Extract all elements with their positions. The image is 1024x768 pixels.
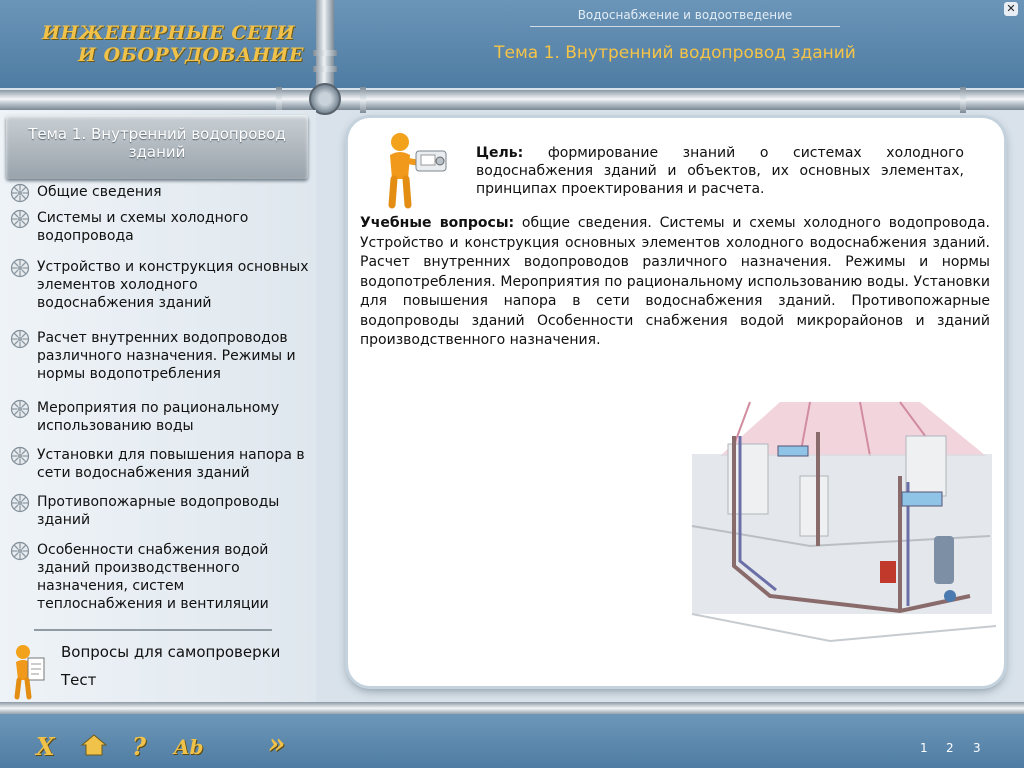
pipe-flange [313, 50, 337, 56]
menu-item-label: Особенности снабжения водой зданий произ… [37, 542, 269, 612]
footer-bar [0, 714, 1024, 768]
figure-with-checklist-icon [14, 645, 45, 700]
logo-line-1: ИНЖЕНЕРНЫЕ СЕТИ [42, 22, 296, 44]
menu-item-label: Установки для повышения напора в сети во… [37, 447, 305, 481]
study-questions: Учебные вопросы: общие сведения. Системы… [360, 214, 990, 351]
menu-item-rational-use[interactable]: Мероприятия по рациональному использован… [10, 399, 310, 435]
gear-bullet-icon [10, 493, 30, 513]
pipe-flange [313, 66, 337, 72]
help-button[interactable]: ? [132, 732, 146, 761]
self-check-link[interactable]: Вопросы для самопроверки [61, 643, 280, 661]
exit-button[interactable]: X [36, 732, 55, 761]
sidebar-title-plate: Тема 1. Внутренний водопровод зданий [6, 115, 308, 179]
questions-body: общие сведения. Системы и схемы холодног… [360, 215, 990, 348]
sidebar-title: Тема 1. Внутренний водопровод зданий [28, 125, 286, 161]
menu-item-calculation[interactable]: Расчет внутренних водопроводов различног… [10, 329, 310, 383]
menu-item-fire-water[interactable]: Противопожарные водопроводы зданий [10, 493, 310, 529]
menu-item-industrial[interactable]: Особенности снабжения водой зданий произ… [10, 541, 310, 613]
menu-item-label: Системы и схемы холодного водопровода [37, 210, 249, 244]
gear-bullet-icon [10, 329, 30, 349]
logo-line-2: И ОБОРУДОВАНИЕ [78, 44, 304, 66]
gear-bullet-icon [10, 183, 30, 203]
menu-item-pressure-boost[interactable]: Установки для повышения напора в сети во… [10, 446, 310, 482]
subject-title: Водоснабжение и водоотведение [530, 8, 840, 27]
gear-bullet-icon [10, 258, 30, 278]
page-3-link[interactable]: 3 [973, 741, 981, 755]
pipe-flange [360, 87, 366, 113]
menu-item-label: Противопожарные водопроводы зданий [37, 494, 280, 528]
header-bar: ИНЖЕНЕРНЫЕ СЕТИ И ОБОРУДОВАНИЕ Водоснабж… [0, 0, 1024, 88]
goal-body: формирование знаний о системах холодного… [476, 145, 964, 197]
vertical-pipe-decoration [313, 0, 337, 96]
menu-item-general[interactable]: Общие сведения [10, 183, 310, 203]
gear-bullet-icon [10, 446, 30, 466]
home-icon[interactable] [80, 733, 108, 757]
page-2-link[interactable]: 2 [946, 741, 954, 755]
menu-item-label: Устройство и конструкция основных элемен… [37, 259, 309, 311]
gear-bullet-icon [10, 209, 30, 229]
pipe-flange [960, 87, 966, 113]
test-link[interactable]: Тест [61, 671, 96, 689]
sidebar: Тема 1. Внутренний водопровод зданий Общ… [0, 110, 316, 702]
close-icon[interactable]: ✕ [1004, 2, 1018, 16]
topic-title: Тема 1. Внутренний водопровод зданий [494, 43, 856, 63]
figure-with-projector-icon [388, 133, 447, 209]
menu-item-label: Общие сведения [37, 184, 162, 200]
gear-bullet-icon [10, 399, 30, 419]
content-panel: Цель: формирование знаний о системах хол… [348, 118, 1004, 686]
goal-text: Цель: формирование знаний о системах хол… [476, 144, 964, 198]
goal-label: Цель: [476, 145, 524, 161]
building-water-system-illustration [691, 401, 996, 643]
app-logo: ИНЖЕНЕРНЫЕ СЕТИ И ОБОРУДОВАНИЕ [42, 22, 304, 66]
horizontal-pipe-decoration [0, 87, 1024, 113]
menu-item-construction[interactable]: Устройство и конструкция основных элемен… [10, 258, 310, 312]
page-1-link[interactable]: 1 [920, 741, 928, 755]
menu-item-cold-schemes[interactable]: Системы и схемы холодного водопровода [10, 209, 310, 245]
gear-bullet-icon [10, 541, 30, 561]
sidebar-divider [34, 629, 272, 631]
questions-label: Учебные вопросы: [360, 215, 515, 231]
menu-item-label: Расчет внутренних водопроводов различног… [37, 330, 296, 382]
next-button[interactable]: » [268, 727, 286, 760]
menu-item-label: Мероприятия по рациональному использован… [37, 400, 280, 434]
font-size-button[interactable]: Ab [174, 735, 204, 759]
